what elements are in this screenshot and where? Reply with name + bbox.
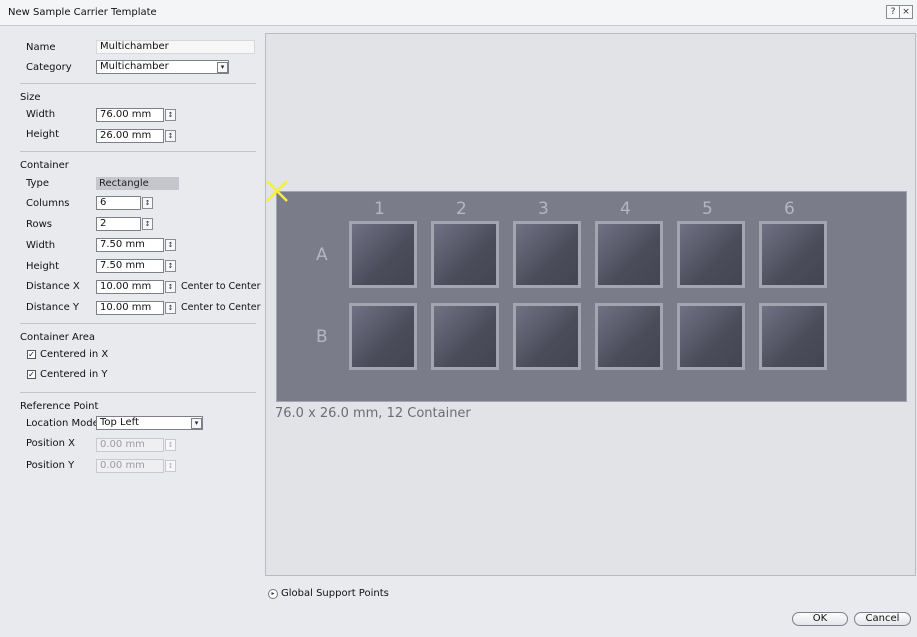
container-width-input[interactable]: 7.50 mm: [96, 238, 164, 252]
container-well-B2[interactable]: [431, 303, 499, 370]
row-label: A: [316, 245, 328, 265]
name-input[interactable]: Multichamber: [96, 40, 255, 54]
size-section-title: Size: [20, 92, 41, 103]
height-label: Height: [26, 129, 60, 140]
name-label: Name: [26, 42, 56, 53]
dropdown-arrow-icon[interactable]: ▾: [217, 62, 228, 73]
distance-x-label: Distance X: [26, 281, 80, 292]
column-label: 4: [620, 199, 631, 219]
distance-x-suffix: Center to Center: [181, 281, 261, 292]
columns-input[interactable]: 6: [96, 196, 141, 210]
centered-y-checkbox[interactable]: ✓: [27, 370, 36, 379]
container-section-title: Container: [20, 160, 69, 171]
close-button[interactable]: ×: [899, 5, 913, 19]
columns-label: Columns: [26, 198, 70, 209]
position-y-label: Position Y: [26, 460, 75, 471]
container-well-A3[interactable]: [513, 221, 581, 288]
category-label: Category: [26, 62, 72, 73]
rows-label: Rows: [26, 219, 53, 230]
reference-point-section-title: Reference Point: [20, 401, 99, 412]
container-well-A4[interactable]: [595, 221, 663, 288]
row-label: B: [316, 327, 328, 347]
window-title: New Sample Carrier Template: [8, 7, 157, 18]
carrier-summary: 76.0 x 26.0 mm, 12 Container: [275, 406, 471, 421]
container-well-B6[interactable]: [759, 303, 827, 370]
type-label: Type: [26, 178, 49, 189]
container-well-A6[interactable]: [759, 221, 827, 288]
container-well-A2[interactable]: [431, 221, 499, 288]
distance-y-spinner-icon[interactable]: ↕: [165, 302, 176, 314]
reference-point-marker-icon: [266, 180, 288, 202]
width-spinner-icon[interactable]: ↕: [165, 109, 176, 121]
column-label: 6: [784, 199, 795, 219]
divider: [20, 392, 256, 393]
container-well-B3[interactable]: [513, 303, 581, 370]
container-well-B5[interactable]: [677, 303, 745, 370]
container-well-B1[interactable]: [349, 303, 417, 370]
height-input[interactable]: 26.00 mm: [96, 129, 164, 143]
width-label: Width: [26, 109, 56, 120]
container-height-spinner-icon[interactable]: ↕: [165, 260, 176, 272]
distance-y-input[interactable]: 10.00 mm: [96, 301, 164, 315]
type-value: Rectangle: [96, 177, 179, 190]
divider: [20, 83, 256, 84]
container-well-A5[interactable]: [677, 221, 745, 288]
column-label: 2: [456, 199, 467, 219]
column-label: 5: [702, 199, 713, 219]
width-input[interactable]: 76.00 mm: [96, 108, 164, 122]
distance-x-spinner-icon[interactable]: ↕: [165, 281, 176, 293]
container-well-B4[interactable]: [595, 303, 663, 370]
title-buttons: ? ×: [886, 5, 913, 19]
position-x-input[interactable]: 0.00 mm: [96, 438, 164, 452]
distance-y-label: Distance Y: [26, 302, 80, 313]
title-bar: New Sample Carrier Template ? ×: [0, 0, 917, 26]
distance-y-suffix: Center to Center: [181, 302, 261, 313]
help-button[interactable]: ?: [886, 5, 900, 19]
centered-x-label: Centered in X: [40, 349, 109, 360]
global-support-points-toggle[interactable]: Global Support Points: [281, 588, 389, 599]
container-height-label: Height: [26, 261, 60, 272]
dropdown-arrow-icon[interactable]: ▾: [191, 418, 202, 429]
container-area-section-title: Container Area: [20, 332, 96, 343]
position-x-spinner-icon[interactable]: ↕: [165, 439, 176, 451]
cancel-button[interactable]: Cancel: [854, 612, 911, 626]
expand-icon[interactable]: ▸: [268, 589, 278, 599]
container-width-label: Width: [26, 240, 56, 251]
height-spinner-icon[interactable]: ↕: [165, 130, 176, 142]
container-height-input[interactable]: 7.50 mm: [96, 259, 164, 273]
centered-x-checkbox[interactable]: ✓: [27, 350, 36, 359]
columns-spinner-icon[interactable]: ↕: [142, 197, 153, 209]
column-label: 1: [374, 199, 385, 219]
location-mode-select[interactable]: Top Left: [96, 416, 203, 430]
position-y-input[interactable]: 0.00 mm: [96, 459, 164, 473]
position-x-label: Position X: [26, 438, 75, 449]
divider: [20, 323, 256, 324]
rows-spinner-icon[interactable]: ↕: [142, 218, 153, 230]
container-width-spinner-icon[interactable]: ↕: [165, 239, 176, 251]
category-select[interactable]: Multichamber: [96, 60, 229, 74]
container-well-A1[interactable]: [349, 221, 417, 288]
centered-y-label: Centered in Y: [40, 369, 108, 380]
rows-input[interactable]: 2: [96, 217, 141, 231]
column-label: 3: [538, 199, 549, 219]
divider: [20, 151, 256, 152]
location-mode-label: Location Mode: [26, 418, 99, 429]
position-y-spinner-icon[interactable]: ↕: [165, 460, 176, 472]
distance-x-input[interactable]: 10.00 mm: [96, 280, 164, 294]
ok-button[interactable]: OK: [792, 612, 848, 626]
